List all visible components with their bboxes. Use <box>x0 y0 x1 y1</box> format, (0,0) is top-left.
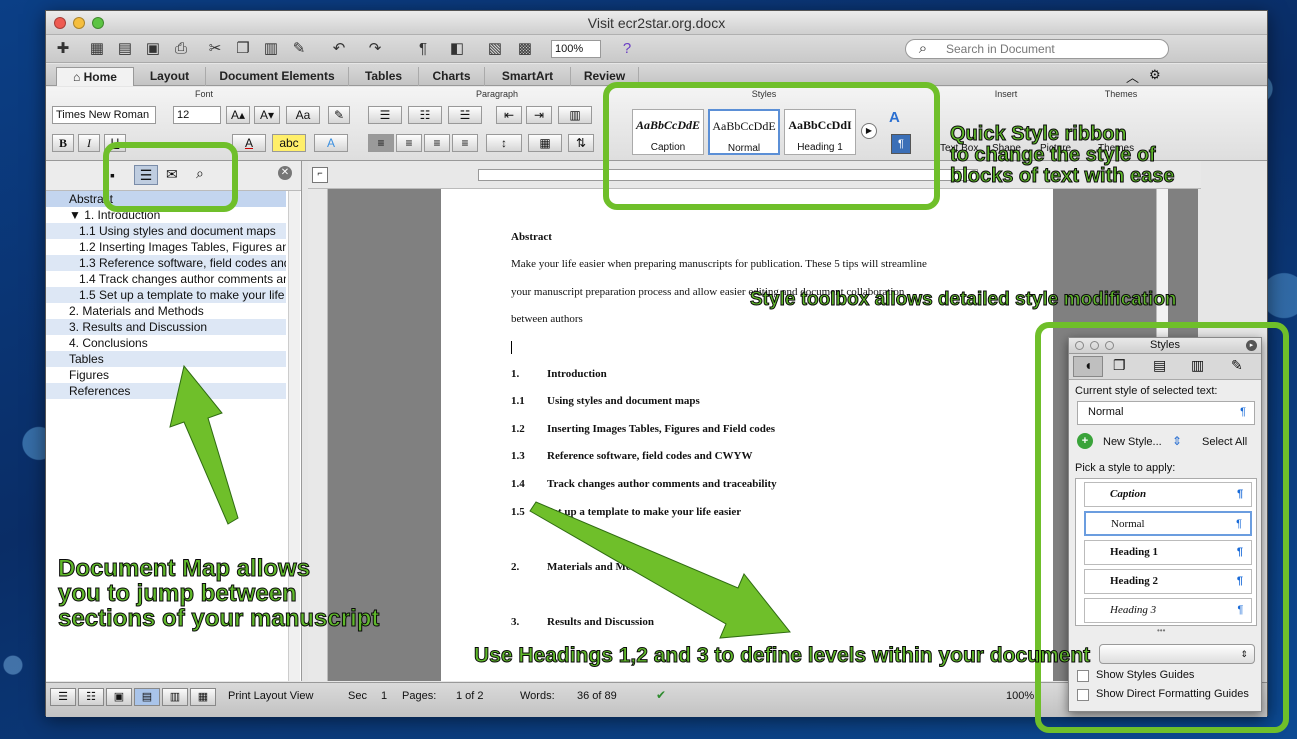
quick-style-annotation-line-2: to change the style of <box>950 144 1157 166</box>
headings-arrow <box>529 501 791 639</box>
quick-style-annotation: Quick Style ribbon to change the style o… <box>950 123 1176 187</box>
docmap-annotation-line-1: Document Map allows <box>57 555 311 582</box>
toolbox-annotation: Style toolbox allows detailed style modi… <box>750 289 1178 310</box>
docmap-annotation-line-2: you to jump between <box>57 580 297 608</box>
quick-style-annotation-line-1: Quick Style ribbon <box>950 123 1128 145</box>
docmap-annotation: Document Map allows you to jump between … <box>57 555 380 633</box>
docmap-annotation-line-3: sections of your manuscript <box>57 605 380 633</box>
docmap-arrow <box>169 364 239 525</box>
quick-style-annotation-line-3: blocks of text with ease <box>950 165 1176 187</box>
headings-annotation: Use Headings 1,2 and 3 to define levels … <box>473 644 1091 667</box>
